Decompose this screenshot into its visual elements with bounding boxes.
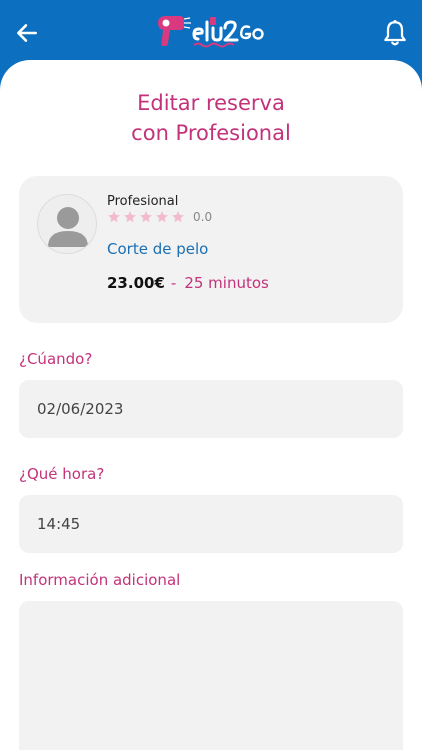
professional-label: Profesional: [107, 194, 179, 209]
pelu2go-logo: [158, 16, 264, 48]
price: 23.00€: [107, 274, 165, 292]
user-placeholder-icon: [48, 207, 88, 247]
time-label: ¿Qué hora?: [19, 465, 105, 483]
time-field[interactable]: 14:45: [19, 495, 403, 553]
booking-summary-card: Profesional 0.0 Corte de pelo 23.00€ - 2…: [19, 176, 403, 323]
star-icon: [108, 211, 120, 223]
page-title-line1: Editar reserva: [137, 91, 285, 115]
additional-info-textarea[interactable]: [19, 601, 403, 750]
service-name: Corte de pelo: [107, 240, 209, 258]
date-label: ¿Cúando?: [19, 350, 93, 368]
avatar: [37, 194, 97, 254]
separator: -: [170, 274, 177, 292]
star-icon: [140, 211, 152, 223]
rating-value: 0.0: [193, 210, 213, 224]
hair-dryer-icon: [158, 16, 191, 46]
page-title-line2: con Profesional: [131, 121, 291, 145]
price-duration-row: 23.00€ - 25 minutos: [107, 274, 269, 292]
arrow-left-icon[interactable]: [14, 20, 40, 46]
bell-icon[interactable]: [382, 19, 408, 47]
page-title: Editar reserva con Profesional: [0, 88, 422, 148]
duration: 25 minutos: [184, 274, 269, 292]
additional-info-label: Información adicional: [19, 571, 181, 589]
date-field[interactable]: 02/06/2023: [19, 380, 403, 438]
star-icon: [156, 211, 168, 223]
star-icon: [124, 211, 136, 223]
rating-stars: 0.0: [107, 210, 212, 224]
star-icon: [172, 211, 184, 223]
